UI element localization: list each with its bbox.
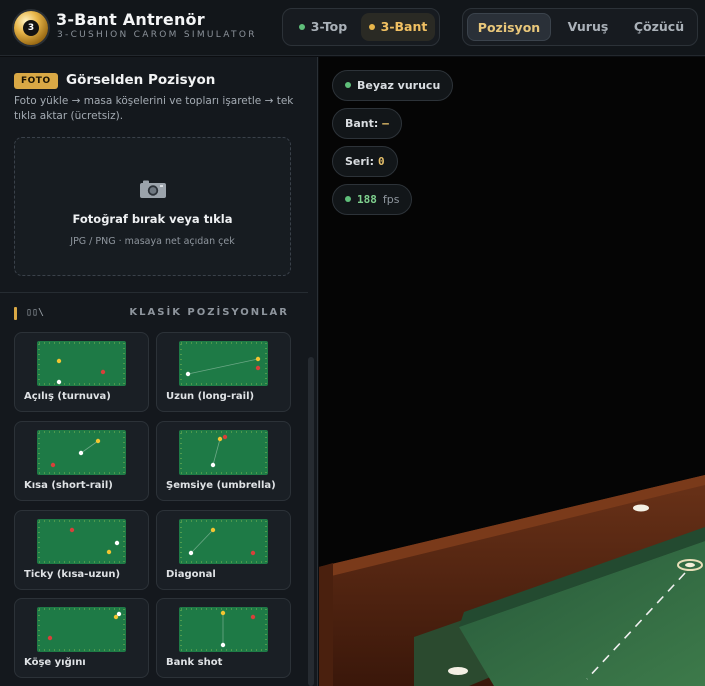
mode-3-top-label: 3-Top	[310, 19, 348, 34]
main-tabs: Pozisyon Vuruş Çözücü	[462, 8, 698, 46]
sidebar-scrollbar[interactable]	[308, 357, 314, 686]
tab-cozucu[interactable]: Çözücü	[623, 13, 695, 41]
position-card-label: Ticky (kısa-uzun)	[24, 569, 121, 580]
hud-fps-unit: fps	[382, 193, 400, 206]
mode-dot-icon	[368, 24, 375, 30]
mode-3-bant-label: 3-Bant	[380, 19, 428, 34]
section-accent-bar	[14, 307, 17, 320]
mode-dot-icon	[298, 24, 305, 30]
fps-dot-icon	[345, 196, 351, 202]
position-card-diagonal[interactable]: Diagonal	[156, 510, 291, 590]
logo-number: 3	[23, 20, 39, 36]
tab-vurus[interactable]: Vuruş	[555, 13, 621, 41]
striker-dot-icon	[345, 82, 351, 88]
mode-3-bant-button[interactable]: 3-Bant	[361, 13, 435, 41]
camera-icon	[140, 180, 166, 198]
position-card-kose-yigini[interactable]: Köşe yığını	[14, 598, 149, 678]
mini-table-icon	[179, 607, 268, 652]
app-subtitle: 3-CUSHION CAROM SIMULATOR	[57, 30, 257, 40]
position-card-label: Bank shot	[166, 657, 223, 668]
library-icon: ▯▯\	[26, 307, 45, 318]
hud-seri-value: 0	[377, 155, 385, 168]
photo-dropzone[interactable]: Fotoğraf bırak veya tıkla JPG / PNG · ma…	[14, 137, 291, 276]
hud-fps: 188 fps	[332, 184, 413, 215]
position-card-label: Şemsiye (umbrella)	[166, 480, 276, 491]
hud-seri-label: Seri:	[345, 155, 374, 168]
hud-striker: Beyaz vurucu	[332, 70, 454, 101]
mini-table-icon	[37, 519, 126, 564]
classic-positions-title: KLASİK POZİSYONLAR	[129, 307, 289, 318]
hud-seri: Seri: 0	[332, 146, 398, 177]
position-card-bank-shot[interactable]: Bank shot	[156, 598, 291, 678]
position-card-label: Uzun (long-rail)	[166, 391, 255, 402]
photo-section-description: Foto yükle → masa köşelerini ve topları …	[14, 95, 294, 122]
foto-badge: FOTO	[14, 73, 58, 89]
position-card-semsiye[interactable]: Şemsiye (umbrella)	[156, 421, 291, 501]
mode-toggle: 3-Top 3-Bant	[282, 8, 440, 46]
sidebar: FOTO Görselden Pozisyon Foto yükle → mas…	[0, 57, 318, 686]
photo-section-title: Görselden Pozisyon	[66, 72, 216, 88]
position-card-label: Kısa (short-rail)	[24, 480, 113, 491]
mini-table-icon	[179, 430, 268, 475]
mini-table-icon	[37, 607, 126, 652]
app-header: 3 3-Bant Antrenör 3-CUSHION CAROM SIMULA…	[0, 0, 705, 56]
mini-table-icon	[179, 519, 268, 564]
hud-bant: Bant: –	[332, 108, 402, 139]
position-card-label: Diagonal	[166, 569, 216, 580]
position-card-kisa[interactable]: Kısa (short-rail)	[14, 421, 149, 501]
hud-bant-label: Bant:	[345, 117, 379, 130]
position-card-label: Açılış (turnuva)	[24, 391, 111, 402]
dropzone-hint: JPG / PNG · masaya net açıdan çek	[70, 236, 235, 247]
mini-table-icon	[179, 341, 268, 386]
app-title: 3-Bant Antrenör	[56, 10, 205, 29]
billiard-ball-logo-icon: 3	[14, 11, 48, 45]
position-card-acilis[interactable]: Açılış (turnuva)	[14, 332, 149, 412]
mode-3-top-button[interactable]: 3-Top	[289, 13, 357, 41]
hud-bant-value: –	[382, 117, 389, 130]
position-card-ticky[interactable]: Ticky (kısa-uzun)	[14, 510, 149, 590]
position-card-uzun[interactable]: Uzun (long-rail)	[156, 332, 291, 412]
table-3d-viewport[interactable]: Beyaz vurucu Bant: – Seri: 0 188 fps	[319, 57, 705, 686]
section-divider	[0, 292, 308, 293]
mini-table-icon	[37, 430, 126, 475]
mini-table-icon	[37, 341, 126, 386]
hud-fps-value: 188	[357, 193, 377, 206]
tab-pozisyon[interactable]: Pozisyon	[467, 13, 551, 41]
hud-striker-label: Beyaz vurucu	[357, 79, 441, 92]
position-card-label: Köşe yığını	[24, 657, 86, 668]
dropzone-title: Fotoğraf bırak veya tıkla	[72, 212, 233, 226]
